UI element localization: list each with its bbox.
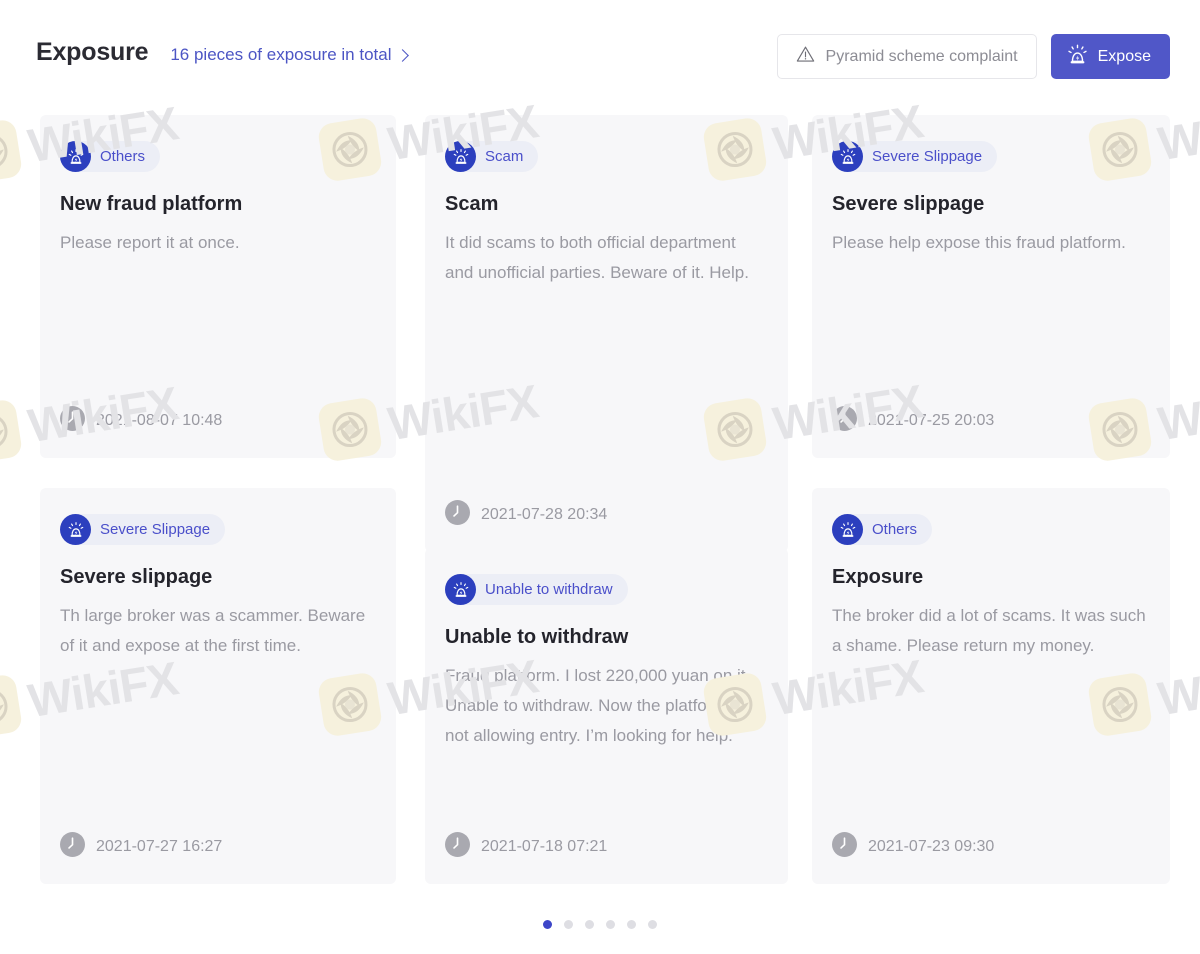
exposure-card-title: Unable to withdraw xyxy=(445,625,764,649)
siren-alarm-icon xyxy=(1066,43,1089,71)
exposure-card[interactable]: Others New fraud platform Please report … xyxy=(40,115,396,458)
clock-icon xyxy=(832,406,857,436)
header-actions: Pyramid scheme complaint Expose xyxy=(777,34,1170,79)
siren-alarm-icon xyxy=(445,574,476,605)
exposure-category-badge: Scam xyxy=(445,141,538,172)
exposure-category-label: Others xyxy=(91,148,145,165)
exposure-card-description: The broker did a lot of scams. It was su… xyxy=(832,601,1146,661)
exposure-category-badge: Others xyxy=(60,141,160,172)
exposure-card-description: Fraud platform. I lost 220,000 yuan on i… xyxy=(445,661,764,751)
carousel-pagination xyxy=(0,920,1200,929)
page-header: Exposure 16 pieces of exposure in total … xyxy=(0,0,1200,98)
exposure-card[interactable]: Unable to withdraw Unable to withdraw Fr… xyxy=(425,548,788,884)
exposure-card-timestamp: 2021-07-28 20:34 xyxy=(445,500,764,530)
siren-alarm-icon xyxy=(445,141,476,172)
pagination-dot[interactable] xyxy=(543,920,552,929)
exposure-category-label: Others xyxy=(863,521,917,538)
exposure-card-title: Exposure xyxy=(832,565,1146,589)
exposure-card-timestamp: 2021-07-25 20:03 xyxy=(832,406,1146,436)
exposure-category-badge: Severe Slippage xyxy=(832,141,997,172)
exposure-card-title: Scam xyxy=(445,192,764,216)
exposure-category-label: Unable to withdraw xyxy=(476,581,613,598)
exposure-category-badge: Severe Slippage xyxy=(60,514,225,545)
siren-alarm-icon xyxy=(832,514,863,545)
exposure-card-timestamp: 2021-07-27 16:27 xyxy=(60,832,372,862)
exposure-category-label: Severe Slippage xyxy=(91,521,210,538)
exposure-category-badge: Others xyxy=(832,514,932,545)
clock-icon xyxy=(60,406,85,436)
siren-alarm-icon xyxy=(832,141,863,172)
expose-button-label: Expose xyxy=(1098,48,1151,66)
exposure-total-link[interactable]: 16 pieces of exposure in total xyxy=(170,45,406,65)
exposure-category-badge: Unable to withdraw xyxy=(445,574,628,605)
exposure-total-label: 16 pieces of exposure in total xyxy=(170,45,391,65)
expose-button[interactable]: Expose xyxy=(1051,34,1170,79)
pyramid-scheme-complaint-button[interactable]: Pyramid scheme complaint xyxy=(777,34,1037,79)
exposure-card-time-text: 2021-07-18 07:21 xyxy=(481,838,607,856)
siren-alarm-icon xyxy=(60,514,91,545)
pagination-dot[interactable] xyxy=(564,920,573,929)
clock-icon xyxy=(445,500,470,530)
exposure-category-label: Severe Slippage xyxy=(863,148,982,165)
exposure-card-timestamp: 2021-07-23 09:30 xyxy=(832,832,1146,862)
clock-icon xyxy=(445,832,470,862)
page-title: Exposure xyxy=(36,38,148,67)
exposure-card-title: Severe slippage xyxy=(60,565,372,589)
exposure-card-title: New fraud platform xyxy=(60,192,372,216)
exposure-card-description: It did scams to both official department… xyxy=(445,228,764,288)
exposure-card-title: Severe slippage xyxy=(832,192,1146,216)
exposure-card-time-text: 2021-07-25 20:03 xyxy=(868,412,994,430)
exposure-card-timestamp: 2021-07-18 07:21 xyxy=(445,832,764,862)
warning-triangle-icon xyxy=(796,45,815,68)
exposure-card-time-text: 2021-08-07 10:48 xyxy=(96,412,222,430)
exposure-card[interactable]: Scam Scam It did scams to both official … xyxy=(425,115,788,552)
pagination-dot[interactable] xyxy=(648,920,657,929)
clock-icon xyxy=(60,832,85,862)
exposure-card[interactable]: Others Exposure The broker did a lot of … xyxy=(812,488,1170,884)
pagination-dot[interactable] xyxy=(585,920,594,929)
siren-alarm-icon xyxy=(60,141,91,172)
exposure-card-description: Please report it at once. xyxy=(60,228,372,258)
pyramid-scheme-complaint-label: Pyramid scheme complaint xyxy=(826,48,1018,66)
chevron-right-icon xyxy=(396,49,409,62)
pagination-dot[interactable] xyxy=(627,920,636,929)
pagination-dot[interactable] xyxy=(606,920,615,929)
exposure-card-grid: Others New fraud platform Please report … xyxy=(0,98,1200,898)
exposure-card-description: Th large broker was a scammer. Beware of… xyxy=(60,601,372,661)
exposure-category-label: Scam xyxy=(476,148,523,165)
clock-icon xyxy=(832,832,857,862)
exposure-card-timestamp: 2021-08-07 10:48 xyxy=(60,406,372,436)
exposure-card[interactable]: Severe Slippage Severe slippage Th large… xyxy=(40,488,396,884)
exposure-card-time-text: 2021-07-28 20:34 xyxy=(481,506,607,524)
exposure-card-time-text: 2021-07-27 16:27 xyxy=(96,838,222,856)
exposure-card[interactable]: Severe Slippage Severe slippage Please h… xyxy=(812,115,1170,458)
exposure-card-description: Please help expose this fraud platform. xyxy=(832,228,1146,258)
exposure-card-time-text: 2021-07-23 09:30 xyxy=(868,838,994,856)
header-left-group: Exposure 16 pieces of exposure in total xyxy=(36,38,407,67)
